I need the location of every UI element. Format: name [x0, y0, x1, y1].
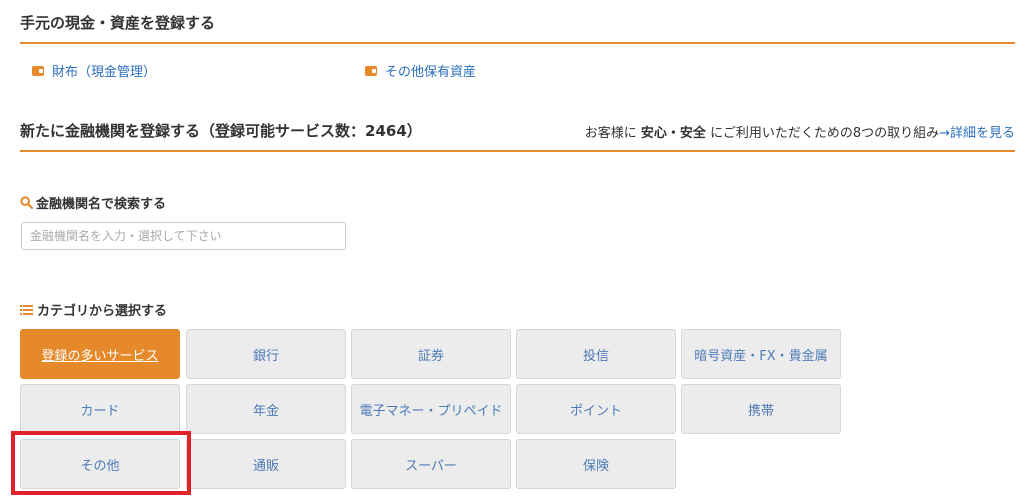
category-heading-label: カテゴリから選択する: [37, 304, 168, 319]
other-assets-link[interactable]: その他保有資産: [365, 61, 476, 80]
wallet-icon: [365, 65, 377, 76]
category-point-button[interactable]: ポイント: [516, 384, 676, 434]
asset-section-title: 手元の現金・資産を登録する: [20, 12, 1015, 44]
category-card-button[interactable]: カード: [20, 384, 180, 434]
institution-section-title: 新たに金融機関を登録する（登録可能サービス数：2464）: [20, 122, 422, 140]
category-other-button[interactable]: その他: [20, 439, 180, 489]
category-investment-trust-button[interactable]: 投信: [516, 329, 676, 379]
safety-note-middle: にご利用いただくための8つの取り組み: [710, 126, 940, 141]
other-assets-link-label: その他保有資産: [385, 65, 477, 80]
category-securities-button[interactable]: 証券: [351, 329, 511, 379]
details-link[interactable]: →詳細を見る: [939, 126, 1015, 141]
category-heading: カテゴリから選択する: [20, 300, 167, 319]
category-emoney-prepaid-button[interactable]: 電子マネー・プリペイド: [351, 384, 511, 434]
safety-note: お客様に 安心・安全 にご利用いただくための8つの取り組み→詳細を見る: [585, 122, 1015, 141]
category-insurance-button[interactable]: 保険: [516, 439, 676, 489]
search-icon: [20, 196, 33, 209]
category-mobile-button[interactable]: 携帯: [681, 384, 841, 434]
category-online-shopping-button[interactable]: 通販: [186, 439, 346, 489]
list-icon: [20, 304, 33, 315]
category-bank-button[interactable]: 銀行: [186, 329, 346, 379]
category-popular-button[interactable]: 登録の多いサービス: [20, 329, 180, 379]
category-pension-button[interactable]: 年金: [186, 384, 346, 434]
wallet-link[interactable]: 財布（現金管理）: [32, 61, 156, 80]
institution-section-header: 新たに金融機関を登録する（登録可能サービス数：2464） お客様に 安心・安全 …: [20, 120, 1015, 152]
institution-search-input[interactable]: [21, 222, 346, 250]
safety-note-prefix: お客様に: [584, 126, 637, 141]
search-heading: 金融機関名で検索する: [20, 193, 166, 212]
category-supermarket-button[interactable]: スーパー: [351, 439, 511, 489]
wallet-link-label: 財布（現金管理）: [52, 65, 157, 80]
wallet-icon: [32, 65, 44, 76]
safety-note-bold: 安心・安全: [640, 126, 706, 141]
search-heading-label: 金融機関名で検索する: [36, 197, 167, 212]
category-crypto-fx-metals-button[interactable]: 暗号資産・FX・貴金属: [681, 329, 841, 379]
